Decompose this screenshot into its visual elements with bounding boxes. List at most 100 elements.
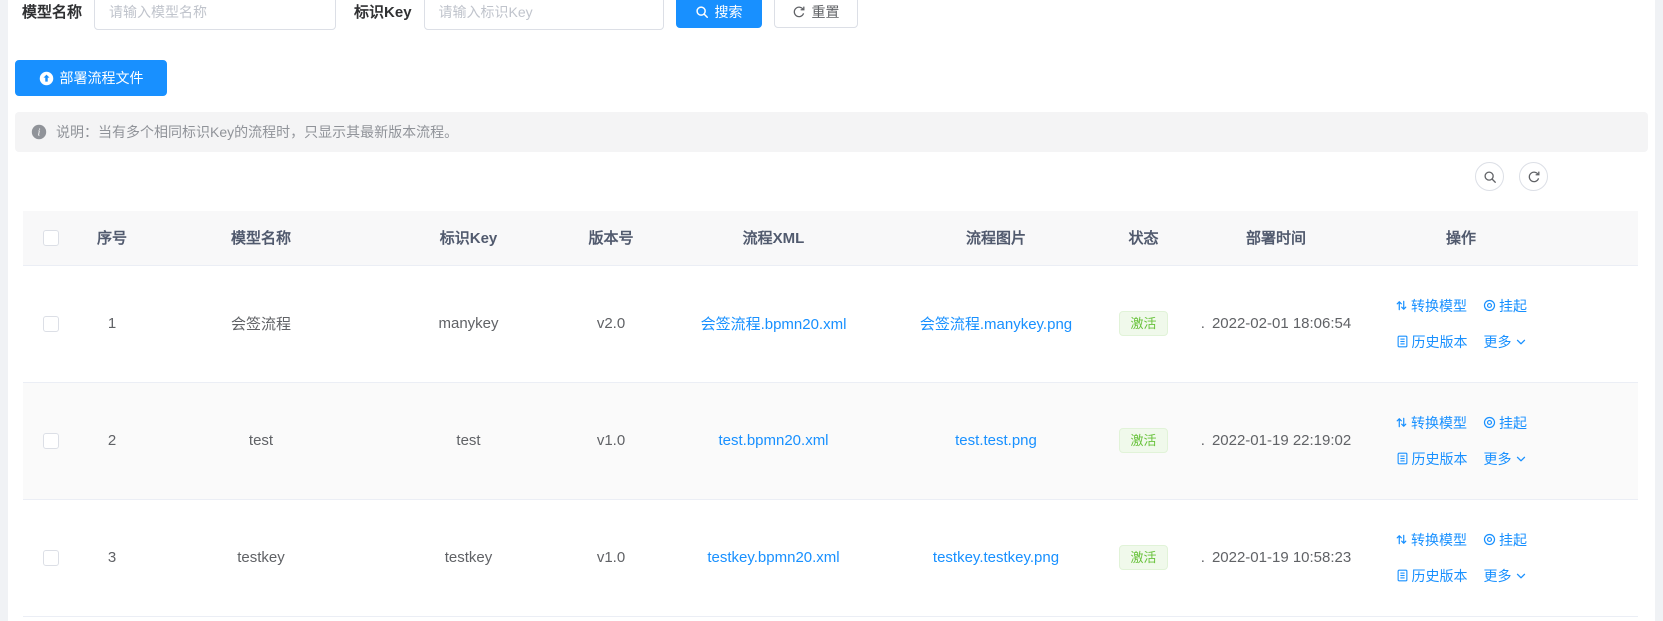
search-form: 模型名称 标识Key 搜索 重置	[15, 0, 1648, 30]
reset-button[interactable]: 重置	[774, 0, 858, 28]
cell-index: 3	[78, 499, 146, 616]
suspend-link[interactable]: 挂起	[1483, 413, 1527, 433]
convert-model-link[interactable]: 转换模型	[1395, 296, 1467, 316]
table-header-row: 序号 模型名称 标识Key 版本号 流程XML 流程图片 状态 部署时间 操作	[23, 211, 1638, 265]
search-button[interactable]: 搜索	[676, 0, 762, 28]
document-icon	[1396, 335, 1409, 348]
row-checkbox[interactable]	[43, 550, 59, 566]
header-actions: 操作	[1371, 211, 1551, 265]
reset-button-label: 重置	[812, 2, 840, 22]
status-dot: .	[1201, 432, 1205, 449]
suspend-label: 挂起	[1499, 530, 1527, 550]
process-xml-link[interactable]: 会签流程.bpmn20.xml	[701, 316, 847, 333]
document-icon	[1396, 452, 1409, 465]
process-xml-link[interactable]: testkey.bpmn20.xml	[707, 549, 839, 566]
header-gutter	[1551, 211, 1638, 265]
cell-index: 1	[78, 265, 146, 382]
refresh-table-button[interactable]	[1519, 162, 1548, 191]
more-label: 更多	[1484, 332, 1512, 352]
suspend-icon	[1483, 416, 1496, 429]
table-toolbar: 部署流程文件	[15, 60, 1648, 96]
deploy-process-button[interactable]: 部署流程文件	[15, 60, 167, 96]
history-versions-label: 历史版本	[1412, 449, 1468, 469]
suspend-label: 挂起	[1499, 296, 1527, 316]
status-dot: .	[1201, 315, 1205, 332]
swap-vertical-icon	[1395, 416, 1408, 429]
header-model-name: 模型名称	[146, 211, 376, 265]
info-alert: i 说明：当有多个相同标识Key的流程时，只显示其最新版本流程。	[15, 112, 1648, 152]
header-image: 流程图片	[886, 211, 1106, 265]
swap-vertical-icon	[1395, 299, 1408, 312]
cell-index: 2	[78, 382, 146, 499]
search-icon	[1483, 170, 1497, 184]
cell-model-name: test	[146, 382, 376, 499]
toggle-search-button[interactable]	[1475, 162, 1504, 191]
suspend-icon	[1483, 299, 1496, 312]
chevron-down-icon	[1515, 453, 1527, 465]
cell-version: v2.0	[561, 265, 661, 382]
row-checkbox[interactable]	[43, 433, 59, 449]
history-versions-link[interactable]: 历史版本	[1396, 332, 1468, 352]
status-dot: .	[1201, 549, 1205, 566]
suspend-label: 挂起	[1499, 413, 1527, 433]
header-key: 标识Key	[376, 211, 561, 265]
refresh-icon	[792, 5, 806, 19]
suspend-link[interactable]: 挂起	[1483, 296, 1527, 316]
history-versions-link[interactable]: 历史版本	[1396, 566, 1468, 586]
cell-deploy-time: 2022-02-01 18:06:54	[1212, 315, 1351, 332]
table-row: 3 testkey testkey v1.0 testkey.bpmn20.xm…	[23, 499, 1638, 616]
key-input[interactable]	[424, 0, 664, 30]
history-versions-label: 历史版本	[1412, 566, 1468, 586]
convert-model-label: 转换模型	[1411, 413, 1467, 433]
cell-version: v1.0	[561, 499, 661, 616]
swap-vertical-icon	[1395, 533, 1408, 546]
status-badge: 激活	[1119, 428, 1167, 453]
select-all-checkbox[interactable]	[43, 230, 59, 246]
more-dropdown[interactable]: 更多	[1484, 449, 1527, 469]
chevron-down-icon	[1515, 570, 1527, 582]
row-actions: 转换模型 挂起 历史版本	[1371, 530, 1551, 586]
key-label: 标识Key	[354, 1, 412, 22]
process-xml-link[interactable]: test.bpmn20.xml	[718, 432, 828, 449]
header-status: 状态	[1106, 211, 1181, 265]
row-checkbox[interactable]	[43, 316, 59, 332]
process-image-link[interactable]: 会签流程.manykey.png	[920, 316, 1072, 333]
header-index: 序号	[78, 211, 146, 265]
header-xml: 流程XML	[661, 211, 886, 265]
table-row: 1 会签流程 manykey v2.0 会签流程.bpmn20.xml 会签流程…	[23, 265, 1638, 382]
row-actions: 转换模型 挂起 历史版本	[1371, 413, 1551, 469]
content-card: 模型名称 标识Key 搜索 重置 部署流程文件 i 说明：	[8, 0, 1655, 621]
suspend-link[interactable]: 挂起	[1483, 530, 1527, 550]
status-badge: 激活	[1119, 545, 1167, 570]
upload-icon	[39, 71, 54, 86]
suspend-icon	[1483, 533, 1496, 546]
table-row: 2 test test v1.0 test.bpmn20.xml test.te…	[23, 382, 1638, 499]
search-button-label: 搜索	[715, 2, 743, 22]
cell-key: testkey	[376, 499, 561, 616]
process-image-link[interactable]: testkey.testkey.png	[933, 549, 1059, 566]
refresh-icon	[1527, 170, 1541, 184]
cell-deploy-time: 2022-01-19 22:19:02	[1212, 432, 1351, 449]
more-dropdown[interactable]: 更多	[1484, 566, 1527, 586]
deployment-table: 序号 模型名称 标识Key 版本号 流程XML 流程图片 状态 部署时间 操作 …	[23, 211, 1638, 617]
history-versions-link[interactable]: 历史版本	[1396, 449, 1468, 469]
svg-text:i: i	[38, 128, 41, 139]
model-name-label: 模型名称	[22, 1, 82, 22]
deploy-button-label: 部署流程文件	[60, 68, 144, 88]
model-name-input[interactable]	[94, 0, 336, 30]
info-icon: i	[31, 124, 47, 140]
convert-model-link[interactable]: 转换模型	[1395, 413, 1467, 433]
convert-model-label: 转换模型	[1411, 530, 1467, 550]
cell-version: v1.0	[561, 382, 661, 499]
history-versions-label: 历史版本	[1412, 332, 1468, 352]
header-version: 版本号	[561, 211, 661, 265]
table-tools	[15, 162, 1648, 191]
convert-model-link[interactable]: 转换模型	[1395, 530, 1467, 550]
more-label: 更多	[1484, 449, 1512, 469]
more-dropdown[interactable]: 更多	[1484, 332, 1527, 352]
cell-key: manykey	[376, 265, 561, 382]
document-icon	[1396, 569, 1409, 582]
process-image-link[interactable]: test.test.png	[955, 432, 1037, 449]
alert-text: 说明：当有多个相同标识Key的流程时，只显示其最新版本流程。	[56, 122, 458, 142]
status-badge: 激活	[1119, 311, 1167, 336]
